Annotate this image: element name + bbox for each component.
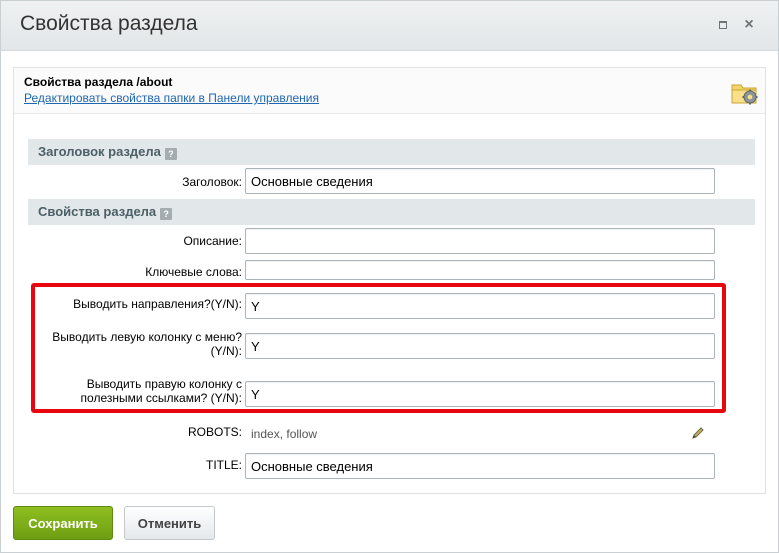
robots-value: index, follow bbox=[251, 427, 318, 441]
show-right-column-field[interactable] bbox=[245, 381, 715, 407]
pencil-icon[interactable] bbox=[691, 426, 705, 440]
show-directions-field[interactable] bbox=[245, 293, 715, 319]
section-header-heading: Заголовок раздела? bbox=[28, 139, 755, 165]
title-label: TITLE: bbox=[205, 458, 242, 472]
dialog-titlebar[interactable]: Свойства раздела × bbox=[1, 1, 778, 51]
description-label: Описание: bbox=[183, 234, 242, 248]
cancel-button[interactable]: Отменить bbox=[124, 506, 215, 540]
maximize-icon[interactable] bbox=[715, 17, 731, 33]
heading-label: Заголовок: bbox=[182, 175, 242, 189]
dialog-content: Свойства раздела /about Редактировать св… bbox=[13, 67, 766, 494]
show-right-column-label: Выводить правую колонку с полезными ссыл… bbox=[80, 377, 242, 405]
heading-field[interactable] bbox=[245, 168, 715, 194]
save-button[interactable]: Сохранить bbox=[13, 506, 113, 540]
keywords-label: Ключевые слова: bbox=[145, 265, 242, 279]
title-field[interactable] bbox=[245, 453, 715, 479]
section-title: Заголовок раздела bbox=[38, 144, 161, 159]
folder-settings-icon[interactable] bbox=[731, 80, 759, 106]
section-header-properties: Свойства раздела? bbox=[28, 199, 755, 225]
info-title: Свойства раздела /about bbox=[24, 75, 173, 89]
show-left-column-label: Выводить левую колонку с меню?(Y/N): bbox=[52, 330, 242, 358]
keywords-field[interactable] bbox=[245, 260, 715, 280]
edit-folder-properties-link[interactable]: Редактировать свойства папки в Панели уп… bbox=[24, 91, 319, 105]
show-left-column-field[interactable] bbox=[245, 333, 715, 359]
help-icon[interactable]: ? bbox=[164, 148, 177, 160]
section-properties-dialog: Свойства раздела × Свойства раздела /abo… bbox=[0, 0, 779, 553]
show-directions-label: Выводить направления?(Y/N): bbox=[73, 297, 242, 311]
description-field[interactable] bbox=[245, 228, 715, 254]
close-icon[interactable]: × bbox=[741, 17, 757, 33]
info-bar: Свойства раздела /about Редактировать св… bbox=[14, 68, 765, 114]
help-icon[interactable]: ? bbox=[160, 208, 173, 220]
robots-label: ROBOTS: bbox=[187, 425, 242, 439]
dialog-title: Свойства раздела bbox=[20, 12, 198, 35]
section-title: Свойства раздела bbox=[38, 204, 157, 219]
